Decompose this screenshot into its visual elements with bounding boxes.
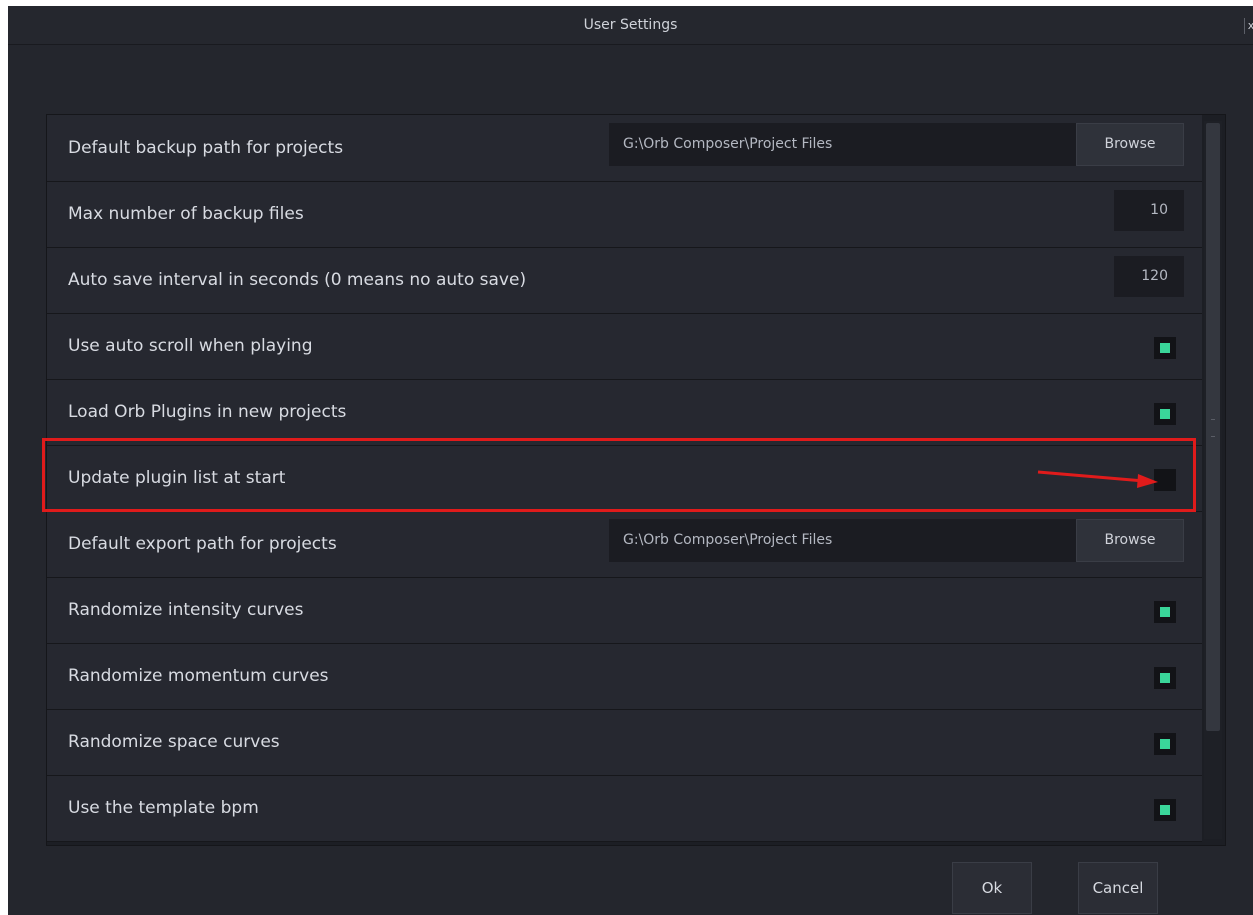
setting-label: Randomize intensity curves [68,600,304,620]
setting-row: Randomize intensity curves [47,577,1202,644]
number-field[interactable]: 10 [1114,190,1184,231]
title-bar: User Settings x [8,6,1253,45]
setting-row: Default backup path for projects G:\Orb C… [47,115,1202,182]
setting-label: Default export path for projects [68,534,337,554]
setting-checkbox[interactable] [1154,601,1176,623]
setting-label: Max number of backup files [68,204,304,224]
scrollbar-track[interactable] [1204,121,1222,839]
setting-label: Randomize space curves [68,732,280,752]
setting-row: Max number of backup files 10 [47,181,1202,248]
path-field[interactable]: G:\Orb Composer\Project Files [609,519,1076,562]
number-field[interactable]: 120 [1114,256,1184,297]
annotation-arrow-icon [1037,470,1158,488]
path-field[interactable]: G:\Orb Composer\Project Files [609,123,1076,166]
grip-icon [1211,419,1215,437]
setting-label: Use the template bpm [68,798,259,818]
close-icon[interactable]: x [1244,18,1253,34]
ok-button[interactable]: Ok [952,862,1032,914]
setting-row: Auto save interval in seconds (0 means n… [47,247,1202,314]
browse-button[interactable]: Browse [1076,123,1184,166]
setting-row: Use the template bpm [47,775,1202,842]
setting-row: Default export path for projects G:\Orb C… [47,511,1202,578]
user-settings-dialog: User Settings x Use the template bpm Rand… [8,6,1253,915]
setting-label: Auto save interval in seconds (0 means n… [68,270,527,290]
setting-checkbox[interactable] [1154,337,1176,359]
annotation-highlight-box [42,438,1196,512]
setting-checkbox[interactable] [1154,667,1176,689]
scrollbar-thumb[interactable] [1206,123,1220,731]
dialog-title: User Settings [583,17,678,33]
setting-row: Load Orb Plugins in new projects [47,379,1202,446]
browse-button[interactable]: Browse [1076,519,1184,562]
setting-label: Load Orb Plugins in new projects [68,402,347,422]
setting-checkbox[interactable] [1154,799,1176,821]
setting-label: Default backup path for projects [68,138,344,158]
setting-checkbox[interactable] [1154,733,1176,755]
setting-label: Use auto scroll when playing [68,336,313,356]
setting-checkbox[interactable] [1154,403,1176,425]
setting-row: Randomize momentum curves [47,643,1202,710]
cancel-button[interactable]: Cancel [1078,862,1158,914]
setting-label: Randomize momentum curves [68,666,329,686]
setting-row: Use auto scroll when playing [47,313,1202,380]
setting-row: Randomize space curves [47,709,1202,776]
